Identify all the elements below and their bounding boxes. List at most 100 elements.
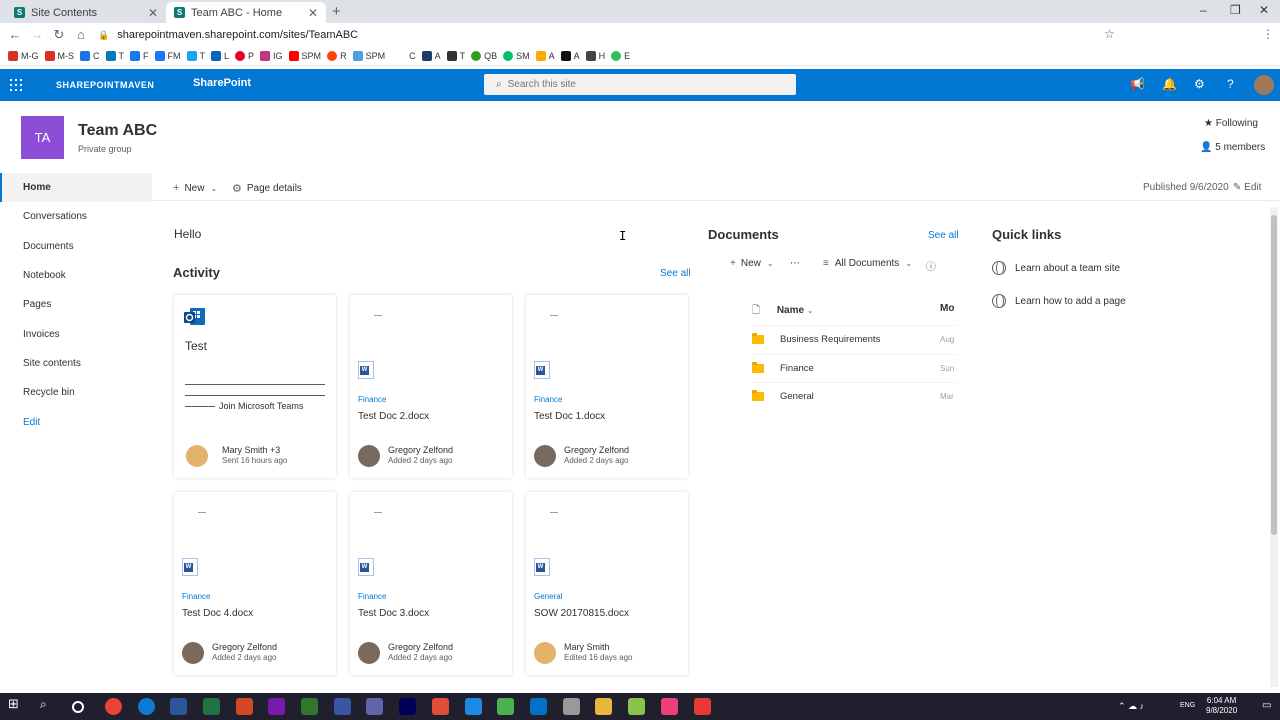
nav-item-home[interactable]: Home	[0, 173, 152, 203]
nav-item-notebook[interactable]: Notebook	[0, 261, 152, 290]
language-indicator[interactable]: ENG	[1180, 702, 1195, 709]
reload-icon[interactable]: ↻	[48, 27, 70, 43]
more-options-icon[interactable]: ⋯	[790, 258, 800, 269]
nav-item-documents[interactable]: Documents	[0, 232, 152, 261]
bookmark-item[interactable]: P	[235, 50, 254, 61]
file-explorer-icon[interactable]	[595, 698, 612, 715]
info-icon[interactable]: ⓘ	[926, 258, 936, 273]
nav-item-pages[interactable]: Pages	[0, 290, 152, 319]
new-tab-icon[interactable]: +	[332, 3, 341, 20]
notepad-icon[interactable]	[628, 698, 645, 715]
nav-item-recycle-bin[interactable]: Recycle bin	[0, 378, 152, 407]
folder-name[interactable]: Business Requirements	[780, 334, 880, 345]
bookmark-item[interactable]: M-G	[8, 50, 39, 61]
bookmark-star-icon[interactable]: ☆	[1104, 27, 1115, 41]
calculator-icon[interactable]	[563, 698, 580, 715]
tab-site-contents[interactable]: S Site Contents ✕	[6, 2, 166, 23]
search-input[interactable]	[507, 79, 768, 90]
quick-link-item[interactable]: Learn how to add a page	[992, 294, 1126, 308]
edit-page-button[interactable]: ✎ Edit	[1233, 182, 1261, 193]
activity-card-test[interactable]: Test Join Microsoft Teams Mary Smith +3 …	[174, 295, 336, 478]
chrome-icon[interactable]	[105, 698, 122, 715]
document-row[interactable]: Business Requirements Aug	[752, 325, 956, 353]
project-icon[interactable]	[301, 698, 318, 715]
maximize-icon[interactable]: ❐	[1230, 3, 1241, 17]
tray-icons[interactable]: ⌃ ☁ ♪	[1118, 701, 1144, 712]
bookmark-item[interactable]: T	[105, 50, 124, 61]
word-icon[interactable]	[170, 698, 187, 715]
activity-card-document[interactable]: General SOW 20170815.docx Mary Smith Edi…	[526, 492, 688, 675]
bookmark-item[interactable]: H	[585, 50, 605, 61]
bookmark-item[interactable]: T	[186, 50, 205, 61]
bookmark-item[interactable]: SM	[503, 50, 530, 61]
app-icon[interactable]	[694, 698, 711, 715]
view-selector[interactable]: ≡ All Documents ⌄	[823, 258, 912, 269]
column-header-name[interactable]: 🗋 Name ⌄	[752, 303, 814, 320]
skype-icon[interactable]	[465, 698, 482, 715]
bookmark-item[interactable]: M-S	[44, 50, 74, 61]
activity-card-document[interactable]: Finance Test Doc 3.docx Gregory Zelfond …	[350, 492, 512, 675]
document-row[interactable]: General Mar	[752, 382, 956, 410]
nav-edit-link[interactable]: Edit	[0, 407, 152, 436]
bookmark-item[interactable]: C	[409, 51, 416, 61]
document-row[interactable]: Finance Sun	[752, 354, 956, 382]
clock[interactable]: 6:04 AM 9/8/2020	[1206, 696, 1237, 716]
bookmark-item[interactable]: F	[130, 50, 149, 61]
bookmark-item[interactable]: IG	[260, 50, 283, 61]
bookmark-item[interactable]: L	[211, 50, 229, 61]
bookmark-item[interactable]: C	[80, 50, 100, 61]
folder-name[interactable]: General	[780, 391, 814, 402]
bookmark-item[interactable]: SPM	[352, 50, 385, 61]
activity-card-document[interactable]: Finance Test Doc 4.docx Gregory Zelfond …	[174, 492, 336, 675]
teams-icon[interactable]	[366, 698, 383, 715]
visio-icon[interactable]	[334, 698, 351, 715]
bookmark-item[interactable]: T	[446, 50, 465, 61]
following-button[interactable]: ★ Following	[1204, 118, 1258, 129]
browser-menu-icon[interactable]: ⋮	[1262, 27, 1274, 41]
documents-see-all-link[interactable]: See all	[928, 230, 959, 241]
user-avatar[interactable]	[1254, 75, 1274, 95]
bookmark-item[interactable]: FM	[154, 50, 181, 61]
nav-item-site-contents[interactable]: Site contents	[0, 349, 152, 378]
page-scrollbar[interactable]	[1270, 207, 1278, 687]
app-icon[interactable]	[661, 698, 678, 715]
powerpoint-icon[interactable]	[236, 698, 253, 715]
nav-item-conversations[interactable]: Conversations	[0, 202, 152, 231]
forward-icon[interactable]: →	[26, 27, 48, 42]
camtasia-icon[interactable]	[497, 698, 514, 715]
activity-see-all-link[interactable]: See all	[660, 268, 691, 279]
bookmark-item[interactable]: QB	[471, 50, 497, 61]
documents-new-button[interactable]: + New ⌄	[730, 258, 774, 269]
windows-start-icon[interactable]: ⊞	[8, 696, 25, 713]
back-icon[interactable]: ←	[4, 27, 26, 42]
onenote-icon[interactable]	[268, 698, 285, 715]
snagit-icon[interactable]	[432, 698, 449, 715]
minimize-icon[interactable]: –	[1200, 3, 1207, 17]
close-tab-icon[interactable]: ✕	[148, 6, 158, 20]
nav-item-invoices[interactable]: Invoices	[0, 319, 152, 348]
help-icon[interactable]: ?	[1227, 77, 1234, 91]
megaphone-icon[interactable]: 📢	[1130, 77, 1145, 91]
gear-icon[interactable]: ⚙	[1194, 77, 1205, 91]
url-field[interactable]: 🔒 sharepointmaven.sharepoint.com/sites/T…	[98, 27, 358, 43]
bell-icon[interactable]: 🔔	[1162, 77, 1177, 91]
bookmark-item[interactable]: SPM	[288, 50, 321, 61]
app-launcher-icon[interactable]	[10, 79, 22, 91]
sharepoint-brand-link[interactable]: SharePoint	[193, 77, 251, 89]
new-button[interactable]: + New ⌄	[173, 182, 222, 194]
activity-card-document[interactable]: Finance Test Doc 1.docx Gregory Zelfond …	[526, 295, 688, 478]
bookmark-item[interactable]: E	[611, 50, 630, 61]
bookmark-item[interactable]: R	[327, 50, 347, 61]
home-icon[interactable]: ⌂	[70, 27, 92, 42]
close-window-icon[interactable]: ✕	[1259, 3, 1269, 17]
outlook-icon[interactable]	[530, 698, 547, 715]
task-view-icon[interactable]	[72, 701, 84, 713]
tab-team-abc-home[interactable]: S Team ABC - Home ✕	[166, 2, 326, 23]
bookmark-item[interactable]: A	[421, 50, 441, 61]
close-tab-icon[interactable]: ✕	[308, 6, 318, 20]
column-header-modified[interactable]: Mo	[940, 303, 954, 314]
site-search[interactable]: ⌕	[484, 74, 796, 95]
notifications-icon[interactable]: ▭	[1262, 700, 1271, 711]
bookmark-item[interactable]: A	[535, 50, 555, 61]
audition-icon[interactable]	[399, 698, 416, 715]
